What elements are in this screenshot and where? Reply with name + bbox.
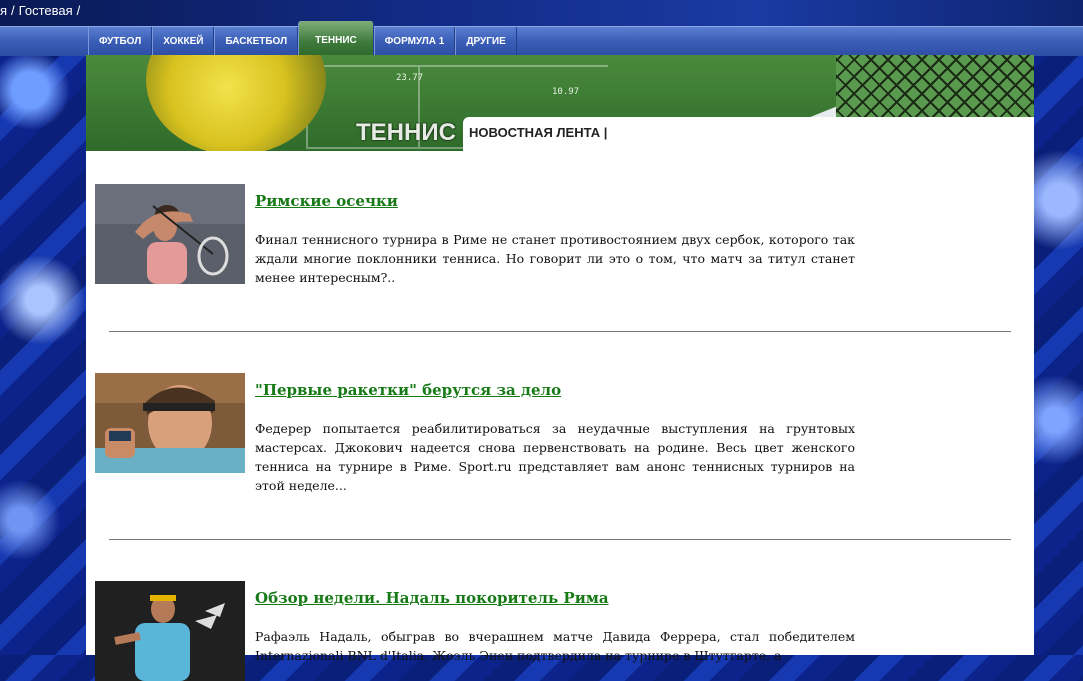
article-title-link[interactable]: Римские осечки <box>255 192 398 210</box>
player-photo-icon <box>95 373 245 473</box>
player-photo-icon <box>95 184 245 284</box>
tennis-ball-image <box>146 55 326 151</box>
player-photo-icon <box>95 581 245 681</box>
tab-formula1[interactable]: ФОРМУЛА 1 <box>373 27 456 56</box>
court-number-a: 23.77 <box>396 73 424 83</box>
breadcrumb-item-guestbook[interactable]: Гостевая <box>19 3 73 18</box>
breadcrumb-separator: / <box>11 3 15 18</box>
breadcrumb-item-profile[interactable]: я <box>0 3 7 18</box>
article-title-link[interactable]: Обзор недели. Надаль покоритель Рима <box>255 589 609 607</box>
article-title-link[interactable]: "Первые ракетки" берутся за дело <box>255 381 561 399</box>
article-thumbnail[interactable] <box>95 184 245 284</box>
breadcrumb-separator: / <box>76 3 81 18</box>
main-content: 23.77 10.97 ТЕННИС НОВОСТНАЯ ЛЕНТА | Рим… <box>86 55 1034 681</box>
section-title: ТЕННИС <box>356 119 456 146</box>
article-divider <box>109 539 1011 540</box>
tab-other[interactable]: ДРУГИЕ <box>455 27 517 56</box>
article-summary: Финал теннисного турнира в Риме не стане… <box>255 232 855 285</box>
breadcrumb: я / Гостевая / <box>0 3 84 18</box>
feed-header: НОВОСТНАЯ ЛЕНТА | <box>463 117 1034 151</box>
article-divider <box>109 331 1011 332</box>
article-thumbnail[interactable] <box>95 581 245 681</box>
tab-basketball[interactable]: БАСКЕТБОЛ <box>214 27 299 56</box>
top-strip: я / Гостевая / <box>0 0 1083 26</box>
nav-bar: ФУТБОЛ ХОККЕЙ БАСКЕТБОЛ ТЕННИС ФОРМУЛА 1… <box>0 21 1083 56</box>
article-thumbnail[interactable] <box>95 373 245 473</box>
nav-tabs: ФУТБОЛ ХОККЕЙ БАСКЕТБОЛ ТЕННИС ФОРМУЛА 1… <box>88 21 517 56</box>
article-summary: Рафаэль Надаль, обыграв во вчерашнем мат… <box>255 629 855 663</box>
feed-label: НОВОСТНАЯ ЛЕНТА | <box>469 125 608 140</box>
article-summary: Федерер попытается реабилитироваться за … <box>255 421 855 493</box>
tab-hockey[interactable]: ХОККЕЙ <box>152 27 215 56</box>
tab-tennis[interactable]: ТЕННИС <box>298 21 374 56</box>
tennis-banner: 23.77 10.97 ТЕННИС НОВОСТНАЯ ЛЕНТА | <box>86 55 1034 151</box>
court-number-b: 10.97 <box>552 87 580 97</box>
tennis-net-image <box>836 55 1034 125</box>
tab-football[interactable]: ФУТБОЛ <box>88 27 153 56</box>
